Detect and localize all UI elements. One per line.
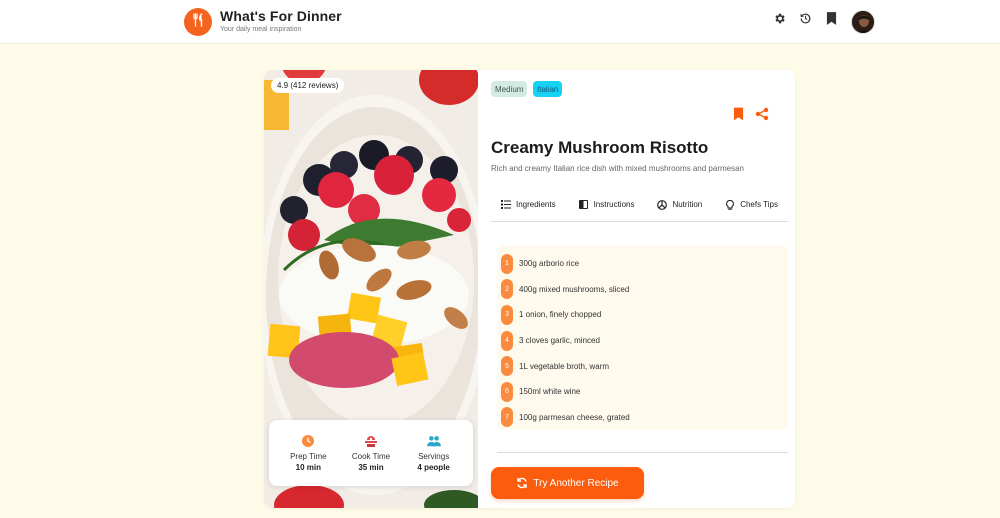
tab-chefs-tips[interactable]: Chefs Tips <box>725 199 778 210</box>
stat-cook-time: Cook Time 35 min <box>341 434 401 472</box>
book-icon <box>579 200 589 210</box>
clock-icon <box>301 434 315 448</box>
ingredient-text: 1L vegetable broth, warm <box>519 361 609 371</box>
ingredient-number: 6 <box>501 381 513 402</box>
recipe-tabs: Ingredients Instructions Nutrition Chefs… <box>491 188 788 222</box>
history-icon <box>799 12 812 30</box>
stat-label: Cook Time <box>351 452 391 461</box>
bookmark-icon <box>733 107 744 126</box>
stat-prep-time: Prep Time 10 min <box>278 434 338 472</box>
ingredient-text: 400g mixed mushrooms, sliced <box>519 284 630 294</box>
ingredient-number: 2 <box>501 279 513 300</box>
list-item: 7 100g parmesan cheese, grated <box>501 405 784 431</box>
ingredient-text: 300g arborio rice <box>519 259 580 269</box>
list-item: 1 300g arborio rice <box>501 251 784 277</box>
stats-panel: Prep Time 10 min Cook Time 35 min Servin… <box>269 420 473 486</box>
cooking-pot-icon <box>364 434 378 448</box>
tab-ingredients[interactable]: Ingredients <box>501 200 556 210</box>
stat-label: Servings <box>418 452 450 461</box>
bookmark-icon <box>826 12 837 30</box>
stat-servings: Servings 4 people <box>404 434 464 472</box>
recipe-title: Creamy Mushroom Risotto <box>491 138 709 157</box>
divider <box>497 452 788 453</box>
list-item: 3 1 onion, finely chopped <box>501 302 784 328</box>
stat-value: 4 people <box>417 463 450 472</box>
list-item: 4 3 cloves garlic, minced <box>501 328 784 354</box>
difficulty-tag: Medium <box>491 81 528 97</box>
tab-nutrition[interactable]: Nutrition <box>657 199 703 210</box>
tab-instructions[interactable]: Instructions <box>579 200 635 210</box>
app-title: What's For Dinner <box>220 8 342 24</box>
list-item: 6 150ml white wine <box>501 379 784 405</box>
save-recipe-button[interactable] <box>730 107 746 126</box>
recipe-description: Rich and creamy Italian rice dish with m… <box>491 164 744 173</box>
recipe-image: 4.9 (412 reviews) Prep Time 10 min Cook … <box>264 70 478 508</box>
list-item: 2 400g mixed mushrooms, sliced <box>501 277 784 303</box>
nutrition-icon <box>657 199 668 210</box>
rating-badge: 4.9 (412 reviews) <box>271 78 345 93</box>
cta-label: Try Another Recipe <box>533 477 619 489</box>
app-subtitle: Your daily meal inspiration <box>220 26 302 33</box>
ingredient-number: 4 <box>501 330 513 351</box>
recipe-card: 4.9 (412 reviews) Prep Time 10 min Cook … <box>264 70 795 508</box>
fork-knife-icon <box>191 12 205 32</box>
gear-icon <box>773 12 786 30</box>
ingredient-text: 150ml white wine <box>519 387 581 397</box>
saved-button[interactable] <box>823 12 839 30</box>
tab-label: Chefs Tips <box>740 200 778 209</box>
ingredient-text: 1 onion, finely chopped <box>519 310 602 320</box>
history-button[interactable] <box>797 13 813 29</box>
ingredient-number: 5 <box>501 356 513 377</box>
stat-value: 35 min <box>358 463 384 472</box>
ingredient-number: 3 <box>501 304 513 325</box>
settings-button[interactable] <box>771 13 787 29</box>
list-item: 5 1L vegetable broth, warm <box>501 353 784 379</box>
tab-label: Instructions <box>593 200 635 209</box>
ingredient-number: 7 <box>501 407 513 428</box>
cuisine-tag: Italian <box>533 81 563 97</box>
stat-label: Prep Time <box>290 452 327 461</box>
ingredients-list: 1 300g arborio rice 2 400g mixed mushroo… <box>497 245 788 430</box>
list-icon <box>501 200 511 210</box>
try-another-recipe-button[interactable]: Try Another Recipe <box>491 467 644 499</box>
stat-value: 10 min <box>295 463 321 472</box>
ingredient-number: 1 <box>501 253 513 274</box>
avatar[interactable] <box>851 10 875 34</box>
app-logo[interactable] <box>184 8 212 36</box>
share-icon <box>755 107 769 126</box>
ingredient-text: 3 cloves garlic, minced <box>519 336 600 346</box>
ingredient-text: 100g parmesan cheese, grated <box>519 412 630 422</box>
people-icon <box>426 434 441 448</box>
lightbulb-icon <box>725 199 735 210</box>
tab-label: Ingredients <box>516 200 556 209</box>
top-header: What's For Dinner Your daily meal inspir… <box>0 0 1000 44</box>
share-button[interactable] <box>754 107 770 126</box>
refresh-icon <box>516 477 528 489</box>
tab-label: Nutrition <box>672 200 703 209</box>
